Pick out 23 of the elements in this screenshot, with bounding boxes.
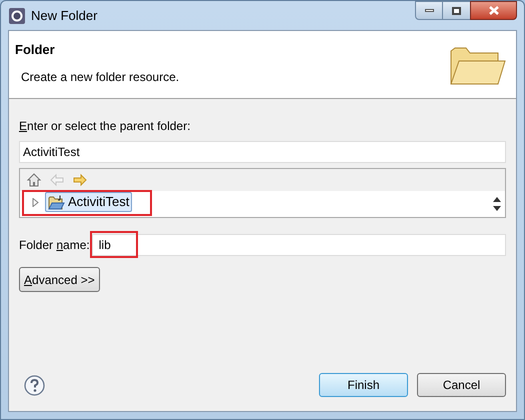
cancel-button[interactable]: Cancel (417, 373, 506, 397)
scroll-down-icon[interactable] (493, 206, 501, 211)
folder-icon (450, 47, 506, 85)
parent-folder-label: Enter or select the parent folder: (19, 118, 192, 135)
expand-arrow-icon[interactable] (32, 198, 39, 206)
close-icon (488, 6, 498, 15)
minimize-button[interactable] (415, 1, 443, 20)
parent-folder-field[interactable]: ActivitiTest (19, 141, 506, 163)
page-description: Create a new folder resource. (21, 68, 180, 86)
finish-button[interactable]: Finish (319, 373, 408, 397)
home-icon[interactable] (26, 172, 42, 188)
help-icon[interactable] (24, 374, 45, 396)
folder-name-field[interactable]: lib (92, 234, 506, 256)
tree-item[interactable]: ActivitiTest (45, 192, 132, 212)
window-title: New Folder (31, 6, 98, 25)
project-folder-icon (48, 194, 65, 210)
close-button[interactable] (470, 1, 517, 20)
scroll-up-icon[interactable] (493, 197, 501, 202)
folder-name-label: Folder name: (19, 237, 90, 254)
maximize-button[interactable] (443, 1, 470, 20)
advanced-button[interactable]: Advanced >> (19, 267, 100, 292)
page-title: Folder (15, 41, 56, 59)
app-icon (9, 8, 25, 24)
